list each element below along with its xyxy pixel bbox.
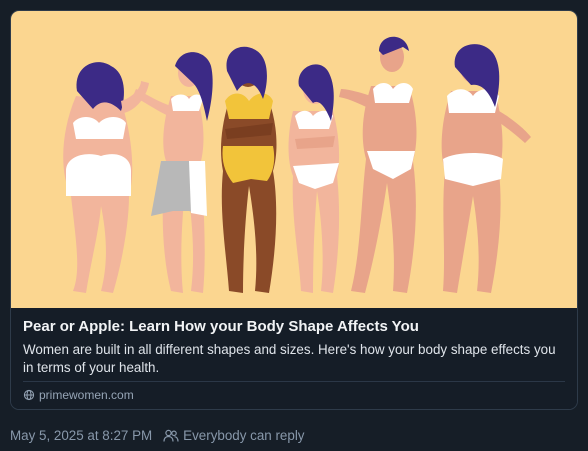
post-timestamp[interactable]: May 5, 2025 at 8:27 PM (10, 427, 152, 445)
reply-setting[interactable]: Everybody can reply (163, 427, 305, 445)
link-preview-info[interactable]: Pear or Apple: Learn How your Body Shape… (11, 308, 577, 409)
people-icon (163, 429, 179, 442)
link-preview-card[interactable]: Pear or Apple: Learn How your Body Shape… (10, 10, 578, 410)
illustration-six-women-body-shapes (63, 36, 531, 293)
globe-icon (23, 389, 35, 401)
link-title[interactable]: Pear or Apple: Learn How your Body Shape… (23, 317, 565, 336)
post-meta: May 5, 2025 at 8:27 PM Everybody can rep… (10, 427, 305, 445)
reply-setting-label: Everybody can reply (183, 428, 305, 443)
link-domain[interactable]: primewomen.com (23, 388, 134, 402)
link-preview-image[interactable] (11, 11, 577, 308)
divider (23, 381, 565, 382)
link-description: Women are built in all different shapes … (23, 342, 556, 375)
link-domain-text: primewomen.com (39, 388, 134, 402)
